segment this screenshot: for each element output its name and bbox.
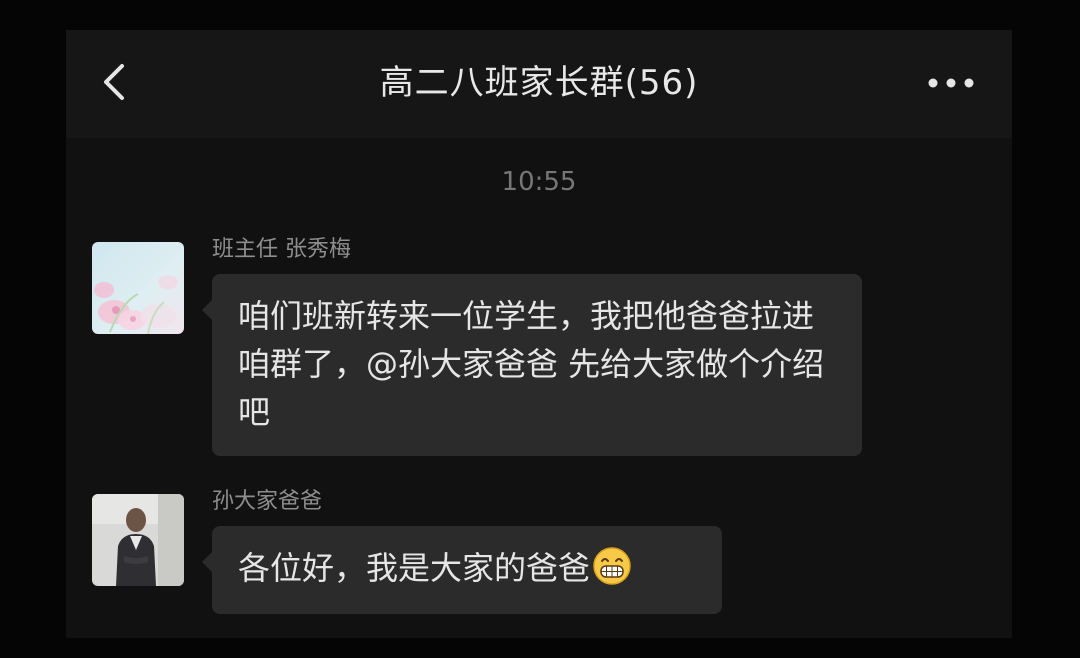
message-bubble[interactable]: 咱们班新转来一位学生，我把他爸爸拉进咱群了，@孙大家爸爸 先给大家做个介绍吧	[202, 274, 862, 456]
man-avatar[interactable]	[92, 494, 184, 586]
message-bubble[interactable]: 各位好，我是大家的爸爸	[202, 526, 722, 614]
sender-name: 班主任 张秀梅	[212, 237, 351, 262]
flower-avatar[interactable]	[92, 242, 184, 334]
more-dots-icon	[928, 78, 974, 88]
man-avatar-image	[92, 494, 184, 586]
grinning-face-icon	[592, 546, 632, 586]
message-text: 各位好，我是大家的爸爸	[238, 549, 591, 587]
more-button[interactable]	[926, 70, 976, 96]
sender-name: 孙大家爸爸	[212, 489, 323, 514]
chat-header: 高二八班家长群(56)	[66, 30, 1012, 138]
group-title: 高二八班家长群(56)	[379, 63, 699, 103]
chat-screen: 高二八班家长群(56) 10:55 班主任 张秀梅 咱们班新转来一位学生，我把他…	[66, 30, 1012, 638]
message-text: 咱们班新转来一位学生，我把他爸爸拉进咱群了，@孙大家爸爸 先给大家做个介绍吧	[238, 297, 825, 431]
message-timestamp: 10:55	[501, 167, 577, 197]
flower-avatar-image	[92, 242, 184, 334]
